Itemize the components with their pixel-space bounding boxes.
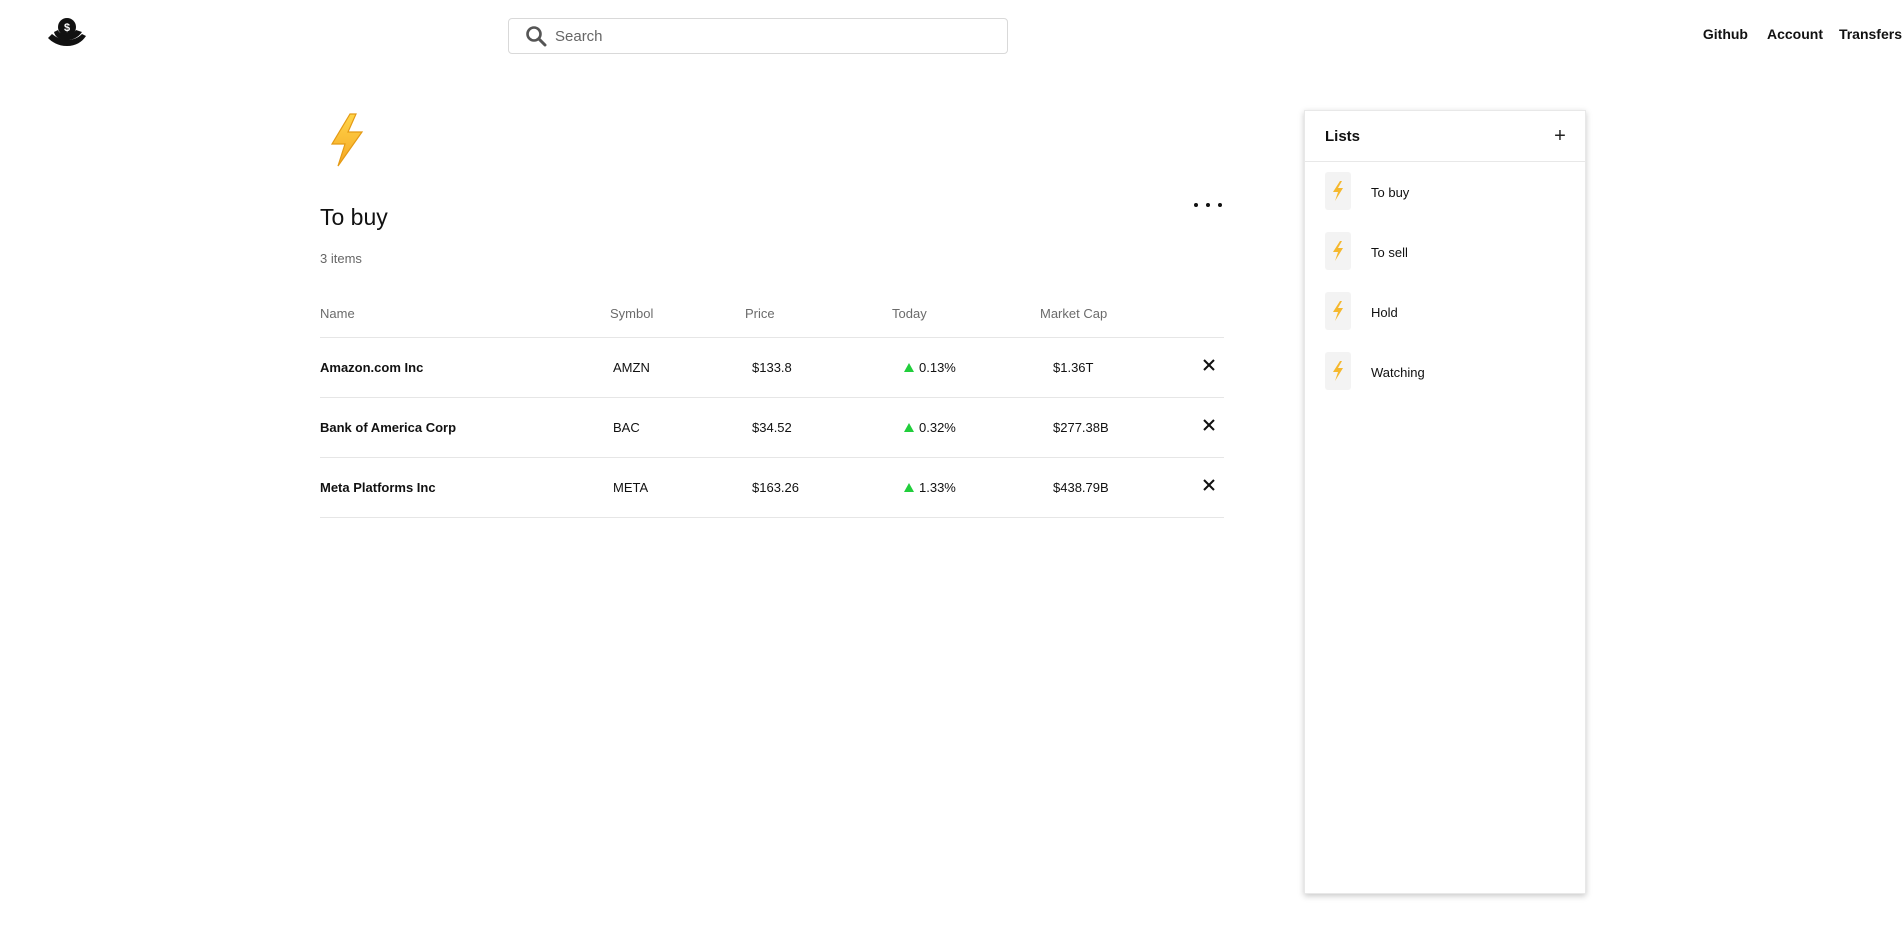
stock-name[interactable]: Meta Platforms Inc	[320, 480, 436, 495]
search-icon	[526, 26, 547, 47]
today-percent: 0.13%	[919, 360, 956, 375]
dot-icon	[1206, 203, 1210, 207]
sidebar-item-to-buy[interactable]: To buy	[1305, 162, 1585, 222]
sidebar-item-to-sell[interactable]: To sell	[1305, 222, 1585, 282]
stock-name[interactable]: Amazon.com Inc	[320, 360, 423, 375]
up-arrow-icon	[904, 483, 914, 492]
sidebar-item-label: To buy	[1371, 185, 1410, 200]
svg-text:$: $	[64, 22, 70, 34]
lists-panel-title: Lists	[1325, 128, 1361, 145]
sidebar-item-label: Watching	[1371, 365, 1425, 380]
stock-price: $163.26	[752, 480, 799, 495]
stock-today-change: 0.13%	[904, 360, 956, 375]
remove-stock-icon[interactable]	[1202, 477, 1216, 493]
today-percent: 0.32%	[919, 420, 956, 435]
remove-stock-icon[interactable]	[1202, 417, 1216, 433]
lightning-bolt-icon	[1325, 172, 1351, 210]
money-hand-logo[interactable]: $	[46, 16, 88, 52]
column-header-name[interactable]: Name	[320, 306, 355, 321]
column-header-market-cap[interactable]: Market Cap	[1040, 306, 1107, 321]
stock-market-cap: $277.38B	[1053, 420, 1109, 435]
nav-account-link[interactable]: Account	[1767, 26, 1823, 42]
column-header-today[interactable]: Today	[892, 306, 927, 321]
dot-icon	[1218, 203, 1222, 207]
sidebar-item-watching[interactable]: Watching	[1305, 342, 1585, 402]
search-bar[interactable]	[508, 18, 1008, 54]
lists-panel: Lists + To buy To sell Hold Watching	[1304, 110, 1586, 894]
sidebar-item-label: To sell	[1371, 245, 1408, 260]
nav-github-link[interactable]: Github	[1703, 26, 1748, 42]
stock-symbol: META	[613, 480, 649, 495]
table-row[interactable]: Amazon.com Inc AMZN $133.8 0.13% $1.36T	[320, 338, 1224, 398]
today-percent: 1.33%	[919, 480, 956, 495]
dot-icon	[1194, 203, 1198, 207]
stocks-table: Name Symbol Price Today Market Cap Amazo…	[320, 300, 1224, 518]
table-row[interactable]: Meta Platforms Inc META $163.26 1.33% $4…	[320, 458, 1224, 518]
add-list-button[interactable]: +	[1551, 125, 1569, 147]
list-title: To buy	[320, 204, 388, 230]
search-input[interactable]	[555, 27, 1007, 45]
lightning-bolt-icon	[320, 112, 374, 168]
table-header: Name Symbol Price Today Market Cap	[320, 300, 1224, 338]
stock-market-cap: $438.79B	[1053, 480, 1109, 495]
lightning-bolt-icon	[1325, 352, 1351, 390]
up-arrow-icon	[904, 423, 914, 432]
more-options-button[interactable]	[1192, 198, 1224, 212]
column-header-symbol[interactable]: Symbol	[610, 306, 653, 321]
nav-transfers-link[interactable]: Transfers	[1839, 26, 1902, 42]
remove-stock-icon[interactable]	[1202, 357, 1216, 373]
lists-panel-header: Lists +	[1305, 111, 1585, 162]
table-row[interactable]: Bank of America Corp BAC $34.52 0.32% $2…	[320, 398, 1224, 458]
stock-price: $133.8	[752, 360, 792, 375]
stock-symbol: AMZN	[613, 360, 650, 375]
top-header: $ Github Account Transfers	[0, 0, 1902, 72]
sidebar-item-label: Hold	[1371, 305, 1398, 320]
lightning-bolt-icon	[1325, 292, 1351, 330]
sidebar-item-hold[interactable]: Hold	[1305, 282, 1585, 342]
lightning-bolt-icon	[1325, 232, 1351, 270]
item-count: 3 items	[320, 251, 362, 266]
stock-market-cap: $1.36T	[1053, 360, 1094, 375]
stock-name[interactable]: Bank of America Corp	[320, 420, 456, 435]
stock-symbol: BAC	[613, 420, 640, 435]
stock-today-change: 0.32%	[904, 420, 956, 435]
stock-price: $34.52	[752, 420, 792, 435]
stock-today-change: 1.33%	[904, 480, 956, 495]
column-header-price[interactable]: Price	[745, 306, 775, 321]
up-arrow-icon	[904, 363, 914, 372]
